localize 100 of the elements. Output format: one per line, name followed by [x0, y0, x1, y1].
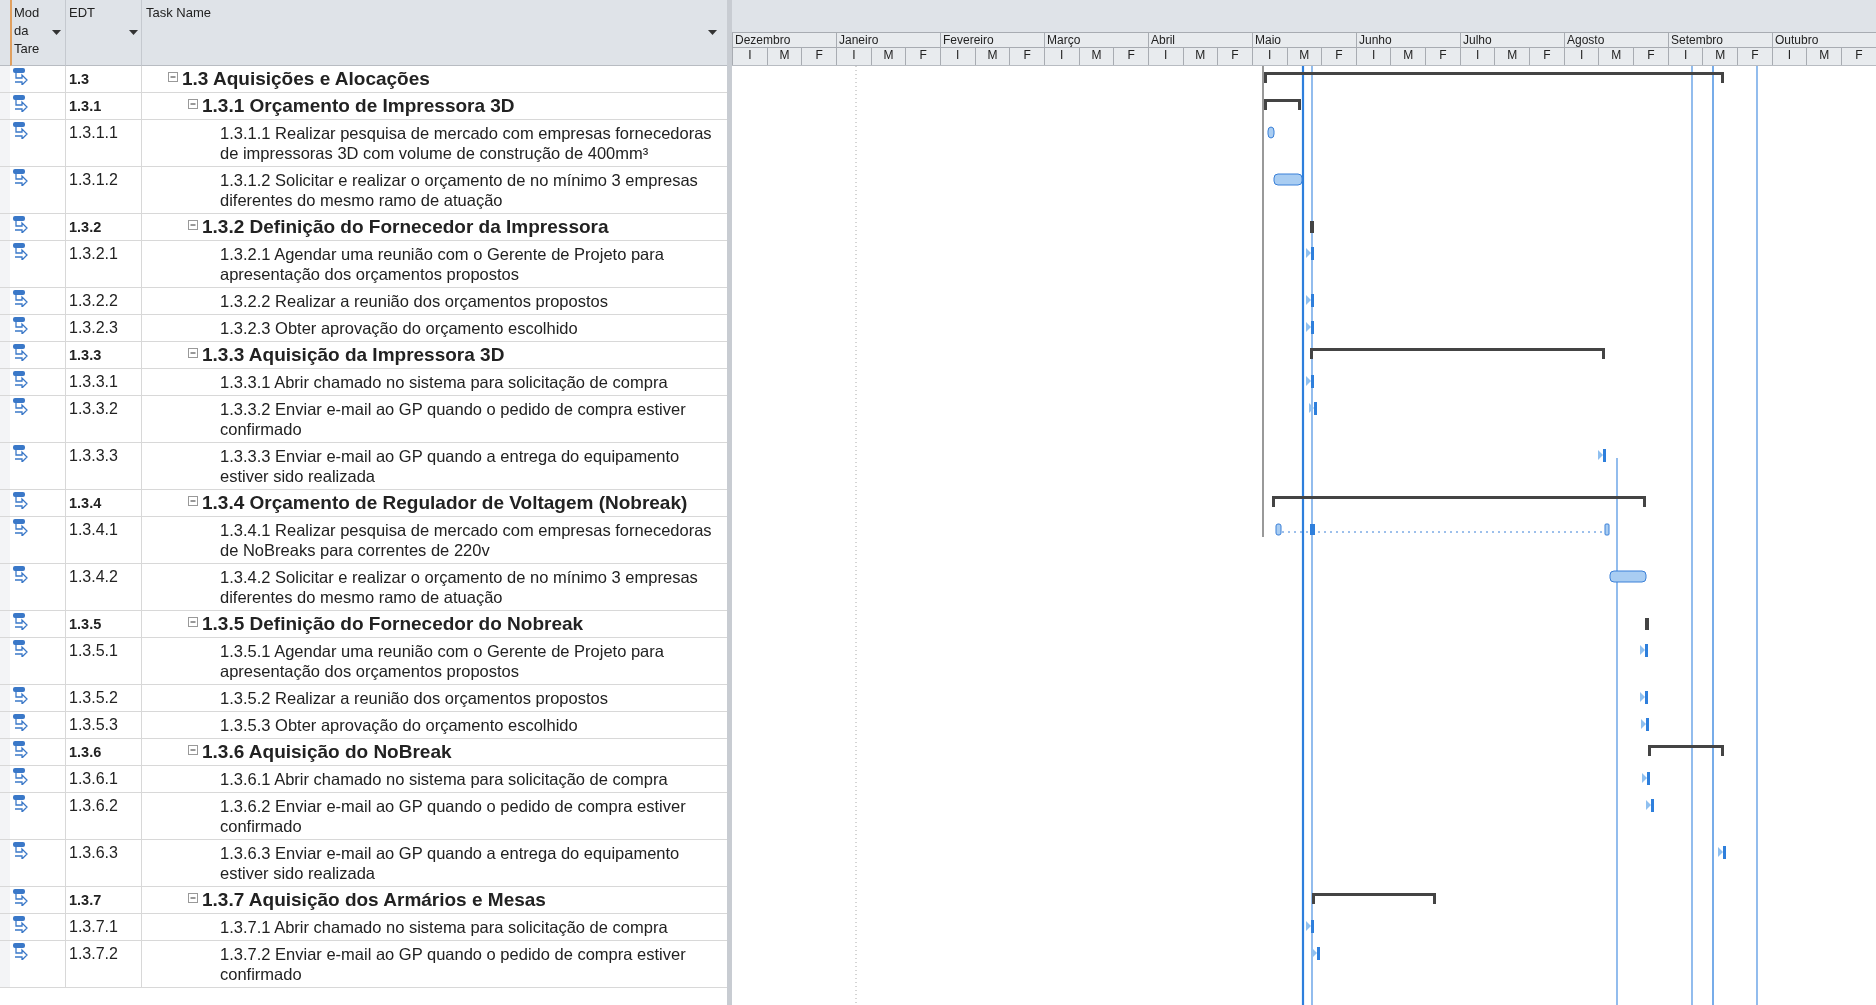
task-row[interactable]: 1.3.4.2 1.3.4.2 Solicitar e realizar o orçamento de no mínimo 3 empresas diferentes do mesmo ramo de atuação: [0, 564, 727, 611]
caret-icon[interactable]: [129, 30, 138, 35]
task-row[interactable]: 1.3.2 1.3.2 Definição do Fornecedor da Impressora: [0, 214, 727, 241]
period-header: M: [1702, 47, 1738, 65]
row-header[interactable]: [0, 517, 10, 563]
task-mode-icon: [12, 612, 30, 630]
task-row[interactable]: 1.3.2.2 1.3.2.2 Realizar a reunião dos orçamentos propostos: [0, 288, 727, 315]
task-row[interactable]: 1.3.6.3 1.3.6.3 Enviar e-mail ao GP quando a entrega do equipamento estiver sido realizada: [0, 840, 727, 887]
task-row[interactable]: 1.3.5.2 1.3.5.2 Realizar a reunião dos orçamentos propostos: [0, 685, 727, 712]
task-row[interactable]: 1.3.7.1 1.3.7.1 Abrir chamado no sistema para solicitação de compra: [0, 914, 727, 941]
collapse-icon[interactable]: [188, 496, 198, 506]
row-header[interactable]: [0, 66, 10, 92]
row-header[interactable]: [0, 214, 10, 240]
summary-task-name: 1.3.3 Aquisição da Impressora 3D: [202, 345, 505, 365]
row-header[interactable]: [0, 739, 10, 765]
row-header[interactable]: [0, 887, 10, 913]
task-row[interactable]: 1.3.6 1.3.6 Aquisição do NoBreak: [0, 739, 727, 766]
wbs-code: 1.3.6: [69, 743, 102, 762]
collapse-icon[interactable]: [188, 617, 198, 627]
row-header[interactable]: [0, 766, 10, 792]
wbs-code: 1.3.2.2: [69, 291, 118, 311]
task-row[interactable]: 1.3.6.1 1.3.6.1 Abrir chamado no sistema para solicitação de compra: [0, 766, 727, 793]
row-header[interactable]: [0, 93, 10, 119]
row-header[interactable]: [0, 342, 10, 368]
row-header[interactable]: [0, 241, 10, 287]
milestone-marker: [1642, 772, 1650, 785]
collapse-icon[interactable]: [188, 745, 198, 755]
task-row[interactable]: 1.3.7 1.3.7 Aquisição dos Armários e Mesas: [0, 887, 727, 914]
task-name: 1.3.6.2 Enviar e-mail ao GP quando o pedido de compra estiver confirmado: [220, 796, 687, 836]
task-row[interactable]: 1.3.2.3 1.3.2.3 Obter aprovação do orçamento escolhido: [0, 315, 727, 342]
task-mode-icon: [12, 370, 30, 388]
row-header[interactable]: [0, 793, 10, 839]
task-row[interactable]: 1.3.4.1 1.3.4.1 Realizar pesquisa de mercado com empresas fornecedoras de NoBreaks para correntes de 220v: [0, 517, 727, 564]
task-row[interactable]: 1.3.3.3 1.3.3.3 Enviar e-mail ao GP quando a entrega do equipamento estiver sido realizada: [0, 443, 727, 490]
row-header[interactable]: [0, 369, 10, 395]
task-row[interactable]: 1.3.5.1 1.3.5.1 Agendar uma reunião com o Gerente de Projeto para apresentação dos orçamentos propostos: [0, 638, 727, 685]
month-header: Janeiro: [836, 32, 940, 48]
row-header[interactable]: [0, 288, 10, 314]
task-name: 1.3.6.1 Abrir chamado no sistema para solicitação de compra: [220, 769, 668, 789]
task-row[interactable]: 1.3.3 1.3.3 Aquisição da Impressora 3D: [0, 342, 727, 369]
task-row[interactable]: 1.3.5.3 1.3.5.3 Obter aprovação do orçamento escolhido: [0, 712, 727, 739]
row-header[interactable]: [0, 685, 10, 711]
column-header[interactable]: Task Name: [142, 0, 727, 66]
task-row[interactable]: 1.3.1.2 1.3.1.2 Solicitar e realizar o orçamento de no mínimo 3 empresas diferentes do mesmo ramo de atuação: [0, 167, 727, 214]
task-name: 1.3.1.2 Solicitar e realizar o orçamento de no mínimo 3 empresas diferentes do mesmo ramo de atuação: [220, 170, 699, 210]
wbs-code: 1.3.2.1: [69, 244, 118, 264]
task-mode-icon: [12, 215, 30, 233]
select-all-corner[interactable]: [0, 0, 10, 66]
task-row[interactable]: 1.3.7.2 1.3.7.2 Enviar e-mail ao GP quando o pedido de compra estiver confirmado: [0, 941, 727, 988]
collapse-icon[interactable]: [188, 893, 198, 903]
task-row[interactable]: 1.3.6.2 1.3.6.2 Enviar e-mail ao GP quando o pedido de compra estiver confirmado: [0, 793, 727, 840]
caret-icon[interactable]: [52, 30, 61, 35]
period-header: I: [1667, 47, 1703, 65]
column-header[interactable]: Mod da Tare: [10, 0, 66, 66]
collapse-icon[interactable]: [188, 348, 198, 358]
month-header: Abril: [1148, 32, 1252, 48]
task-mode-icon: [12, 343, 30, 361]
task-name: 1.3.5.2 Realizar a reunião dos orçamentos propostos: [220, 688, 608, 708]
task-row[interactable]: 1.3 1.3 Aquisições e Alocações: [0, 66, 727, 93]
row-header[interactable]: [0, 611, 10, 637]
wbs-code: 1.3.6.3: [69, 843, 118, 863]
task-row[interactable]: 1.3.5 1.3.5 Definição do Fornecedor do Nobreak: [0, 611, 727, 638]
task-row[interactable]: 1.3.2.1 1.3.2.1 Agendar uma reunião com o Gerente de Projeto para apresentação dos orçamentos propostos: [0, 241, 727, 288]
task-name: 1.3.2.2 Realizar a reunião dos orçamentos propostos: [220, 291, 608, 311]
period-header: M: [766, 47, 802, 65]
row-header[interactable]: [0, 914, 10, 940]
row-header[interactable]: [0, 638, 10, 684]
summary-task-name: 1.3.2 Definição do Fornecedor da Impressora: [202, 217, 609, 237]
task-mode-icon: [12, 740, 30, 758]
row-header[interactable]: [0, 840, 10, 886]
month-header: Fevereiro: [940, 32, 1044, 48]
task-name: 1.3.5.3 Obter aprovação do orçamento escolhido: [220, 715, 578, 735]
row-header[interactable]: [0, 712, 10, 738]
task-mode-icon: [12, 242, 30, 260]
task-row[interactable]: 1.3.3.2 1.3.3.2 Enviar e-mail ao GP quando o pedido de compra estiver confirmado: [0, 396, 727, 443]
period-header: F: [1633, 47, 1668, 65]
milestone-marker: [1306, 321, 1314, 334]
caret-icon[interactable]: [708, 30, 717, 35]
row-header[interactable]: [0, 396, 10, 442]
summary-bar: [1264, 99, 1301, 110]
summary-task-name: 1.3.7 Aquisição dos Armários e Mesas: [202, 890, 546, 910]
period-header: F: [1841, 47, 1876, 65]
row-header[interactable]: [0, 167, 10, 213]
task-row[interactable]: 1.3.1 1.3.1 Orçamento de Impressora 3D: [0, 93, 727, 120]
task-row[interactable]: 1.3.1.1 1.3.1.1 Realizar pesquisa de mercado com empresas fornecedoras de impressoras 3D com volume de construção de 400mm³: [0, 120, 727, 167]
row-header[interactable]: [0, 564, 10, 610]
task-row[interactable]: 1.3.3.1 1.3.3.1 Abrir chamado no sistema para solicitação de compra: [0, 369, 727, 396]
collapse-icon[interactable]: [188, 220, 198, 230]
row-header[interactable]: [0, 443, 10, 489]
column-header[interactable]: EDT: [66, 0, 142, 66]
row-header[interactable]: [0, 315, 10, 341]
row-header[interactable]: [0, 941, 10, 987]
collapse-icon[interactable]: [168, 72, 178, 82]
pane-splitter[interactable]: [727, 0, 732, 1005]
task-row[interactable]: 1.3.4 1.3.4 Orçamento de Regulador de Voltagem (Nobreak): [0, 490, 727, 517]
row-header[interactable]: [0, 120, 10, 166]
collapse-icon[interactable]: [188, 99, 198, 109]
wbs-code: 1.3.2.3: [69, 318, 118, 338]
period-header: I: [835, 47, 871, 65]
row-header[interactable]: [0, 490, 10, 516]
